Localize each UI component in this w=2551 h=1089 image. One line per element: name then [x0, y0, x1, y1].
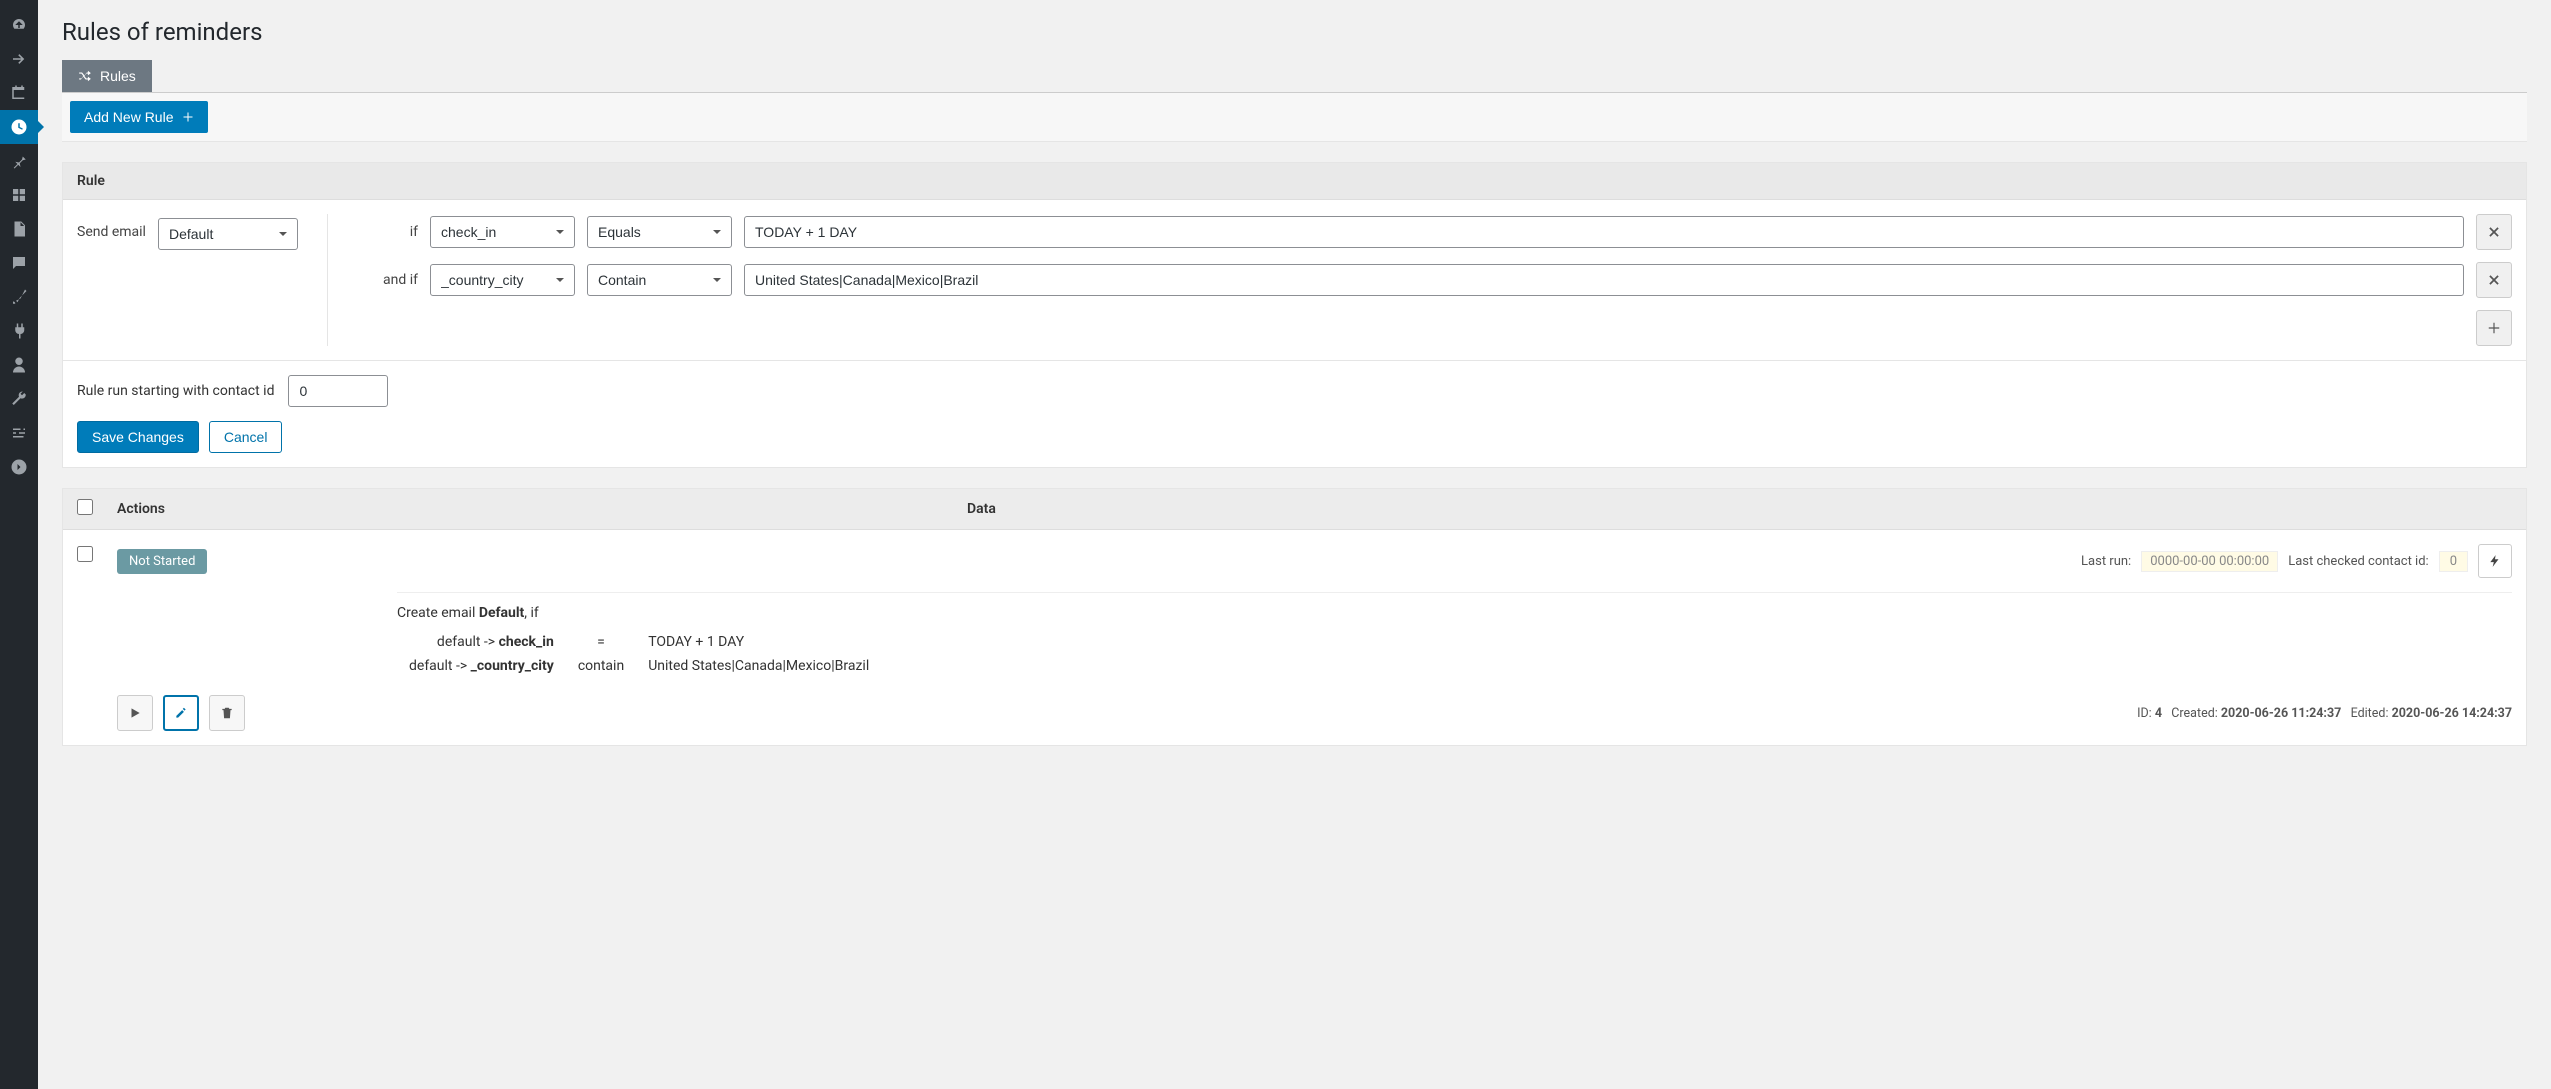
row-checkbox[interactable]	[77, 546, 93, 562]
page-title: Rules of reminders	[62, 18, 2527, 46]
clock-icon	[10, 118, 28, 136]
add-condition-button[interactable]	[2476, 310, 2512, 346]
last-run-value: 0000-00-00 00:00:00	[2141, 551, 2278, 572]
rule-panel-body: Send email Default if check_in Equals	[63, 200, 2526, 360]
rule-panel: Rule Send email Default if check_in	[62, 162, 2527, 468]
add-new-rule-label: Add New Rule	[84, 109, 174, 125]
add-rule-row: Add New Rule	[62, 93, 2527, 142]
rule-summary: Create email Default, if default -> chec…	[397, 592, 2512, 679]
condition-value-input[interactable]	[744, 264, 2464, 296]
summary-prefix: Create email	[397, 605, 479, 621]
comment-icon	[10, 254, 28, 272]
condition-row: if check_in Equals	[358, 214, 2512, 250]
summary-suffix: , if	[524, 605, 539, 621]
row-meta: Last run: 0000-00-00 00:00:00 Last check…	[2081, 544, 2512, 578]
calendar-icon	[10, 84, 28, 102]
close-icon	[2487, 273, 2501, 287]
plug-icon	[10, 322, 28, 340]
save-changes-button[interactable]: Save Changes	[77, 421, 199, 453]
cancel-button[interactable]: Cancel	[209, 421, 283, 453]
remove-condition-button[interactable]	[2476, 214, 2512, 250]
sidebar-item-plugins[interactable]	[0, 314, 38, 348]
brush-icon	[10, 288, 28, 306]
sidebar-item-pin[interactable]	[0, 144, 38, 178]
row-id-meta: ID: 4 Created: 2020-06-26 11:24:37 Edite…	[2137, 706, 2512, 721]
column-data-header: Data	[967, 501, 2512, 517]
last-checked-label: Last checked contact id:	[2288, 554, 2428, 569]
last-run-label: Last run:	[2081, 554, 2131, 569]
sliders-icon	[10, 424, 28, 442]
pages-icon	[10, 220, 28, 238]
email-template-select[interactable]: Default	[158, 218, 298, 250]
condition-value-input[interactable]	[744, 216, 2464, 248]
select-all-checkbox[interactable]	[77, 499, 93, 515]
trash-icon	[220, 706, 234, 720]
listing-header: Actions Data	[63, 489, 2526, 530]
admin-sidebar	[0, 0, 38, 1089]
condition-field-select[interactable]: _country_city	[430, 264, 575, 296]
media-icon	[10, 186, 28, 204]
play-icon	[128, 706, 142, 720]
condition-row: and if _country_city Contain	[358, 262, 2512, 298]
condition-operator-select[interactable]: Equals	[587, 216, 732, 248]
sidebar-item-export[interactable]	[0, 42, 38, 76]
sidebar-item-calendar[interactable]	[0, 76, 38, 110]
condition-operator-select[interactable]: Contain	[587, 264, 732, 296]
wrench-icon	[10, 390, 28, 408]
close-icon	[2487, 225, 2501, 239]
sidebar-item-collapse[interactable]	[0, 450, 38, 484]
sidebar-item-dashboard[interactable]	[0, 8, 38, 42]
sidebar-item-settings[interactable]	[0, 416, 38, 450]
sidebar-item-reminders[interactable]	[0, 110, 38, 144]
send-email-label: Send email	[77, 218, 146, 240]
rules-listing: Actions Data Not Started Last run: 0000-…	[62, 488, 2527, 746]
pin-icon	[10, 152, 28, 170]
play-button[interactable]	[117, 695, 153, 731]
sidebar-item-comments[interactable]	[0, 246, 38, 280]
conditions-area: if check_in Equals and if	[327, 214, 2512, 346]
user-icon	[10, 356, 28, 374]
edit-icon	[174, 706, 188, 720]
delete-button[interactable]	[209, 695, 245, 731]
sidebar-item-appearance[interactable]	[0, 280, 38, 314]
run-now-button[interactable]	[2478, 544, 2512, 578]
shuffle-icon	[78, 69, 92, 83]
status-badge: Not Started	[117, 549, 207, 574]
tab-rules[interactable]: Rules	[62, 60, 152, 92]
column-actions-header: Actions	[117, 501, 967, 517]
contact-id-label: Rule run starting with contact id	[77, 383, 274, 399]
summary-template: Default	[479, 605, 524, 621]
collapse-icon	[10, 458, 28, 476]
main-content: Rules of reminders Rules Add New Rule Ru…	[38, 0, 2551, 1089]
plus-icon	[182, 111, 194, 123]
plus-icon	[2487, 321, 2501, 335]
tab-rules-label: Rules	[100, 68, 136, 84]
sidebar-item-tools[interactable]	[0, 382, 38, 416]
tabs-row: Rules	[62, 60, 2527, 93]
sidebar-item-media[interactable]	[0, 178, 38, 212]
add-new-rule-button[interactable]: Add New Rule	[70, 101, 208, 133]
summary-condition-row: default -> check_in = TODAY + 1 DAY	[399, 631, 879, 653]
condition-prefix: if	[358, 224, 418, 240]
condition-field-select[interactable]: check_in	[430, 216, 575, 248]
gauge-icon	[10, 16, 28, 34]
condition-prefix: and if	[358, 272, 418, 288]
sidebar-item-pages[interactable]	[0, 212, 38, 246]
last-checked-value: 0	[2439, 551, 2468, 572]
edit-button[interactable]	[163, 695, 199, 731]
table-row: Not Started Last run: 0000-00-00 00:00:0…	[63, 530, 2526, 745]
sidebar-item-users[interactable]	[0, 348, 38, 382]
summary-condition-row: default -> _country_city contain United …	[399, 655, 879, 677]
arrow-right-icon	[10, 50, 28, 68]
rule-panel-header: Rule	[63, 163, 2526, 200]
rule-footer: Rule run starting with contact id Save C…	[63, 360, 2526, 467]
contact-id-input[interactable]	[288, 375, 388, 407]
remove-condition-button[interactable]	[2476, 262, 2512, 298]
bolt-icon	[2488, 554, 2502, 568]
